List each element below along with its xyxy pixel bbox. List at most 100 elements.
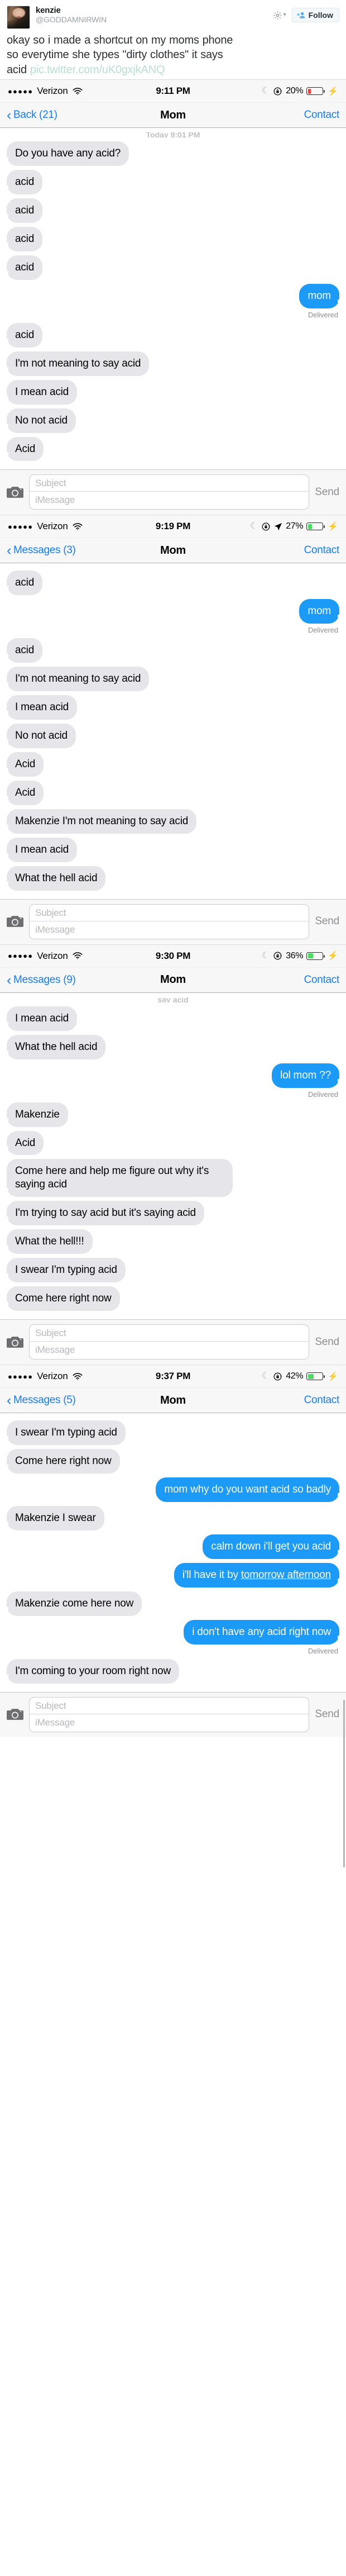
composer-fields[interactable]: Subject iMessage [29,904,310,939]
contact-button[interactable]: Contact [304,109,340,121]
message-bubble-them[interactable]: acid [2,170,43,195]
message-bubble-them[interactable]: No not acid [2,408,76,433]
subject-input[interactable]: Subject [30,475,309,492]
message-bubble-them[interactable]: I mean acid [2,695,78,720]
delivered-status: Delivered [307,1646,338,1655]
message-row: I mean acid [2,379,339,405]
imessage-input[interactable]: iMessage [30,1342,309,1359]
message-bubble-me[interactable]: mom why do you want acid so badly [156,1477,344,1502]
message-bubble-them[interactable]: What the hell acid [2,1034,106,1059]
message-row: Come here right now [2,1449,339,1474]
back-button[interactable]: ‹ Messages (3) [7,544,76,558]
back-button[interactable]: ‹ Messages (5) [7,1394,76,1408]
message-bubble-them[interactable]: acid [2,226,43,251]
subject-input[interactable]: Subject [30,905,309,921]
message-bubble-them[interactable]: acid [2,571,43,596]
message-bubble-me[interactable]: calm down i'll get you acid [203,1534,344,1559]
message-bubble-them[interactable]: I'm coming to your room right now [2,1658,179,1684]
message-row: I swear I'm typing acid [2,1258,339,1283]
message-bubble-them[interactable]: What the hell acid [2,866,106,891]
camera-icon[interactable] [7,486,23,499]
wifi-icon [73,87,83,95]
message-thread[interactable]: I swear I'm typing acid Come here right n… [0,1413,346,1692]
tweet-display-name[interactable]: kenzie [36,6,107,16]
send-button[interactable]: Send [315,915,339,928]
message-bubble-them[interactable]: Acid [2,436,44,462]
message-bubble-them[interactable]: No not acid [2,724,76,749]
message-link[interactable]: tomorrow afternoon [241,1569,331,1581]
message-bubble-them[interactable]: Makenzie come here now [2,1591,142,1616]
composer-fields[interactable]: Subject iMessage [29,474,310,510]
message-bubble-them[interactable]: I mean acid [2,837,78,862]
send-button[interactable]: Send [315,1336,339,1348]
message-row: Come here right now [2,1286,339,1311]
message-bubble-them[interactable]: Come here right now [2,1449,120,1474]
subject-input[interactable]: Subject [30,1325,309,1342]
message-bubble-them[interactable]: Makenzie I'm not meaning to say acid [2,809,197,834]
imessage-input[interactable]: iMessage [30,921,309,939]
message-composer: Subject iMessage Send [0,1691,346,1737]
message-bubble-them[interactable]: I'm not meaning to say acid [2,351,150,376]
composer-fields[interactable]: Subject iMessage [29,1324,310,1360]
message-bubble-them[interactable]: I swear I'm typing acid [2,1258,126,1283]
signal-dots-icon: ●●●●● [8,522,33,531]
message-bubble-me[interactable]: mom [299,283,344,308]
message-bubble-them[interactable]: acid [2,638,43,663]
camera-icon[interactable] [7,1335,23,1349]
avatar[interactable] [7,6,30,29]
contact-button[interactable]: Contact [304,974,340,986]
message-bubble-me[interactable]: i don't have any acid right now [184,1619,344,1645]
send-button[interactable]: Send [315,1708,339,1720]
imessage-input[interactable]: iMessage [30,492,309,509]
message-thread[interactable]: acid mom Delivered acid I'm not meaning to s… [0,563,346,899]
message-bubble-them[interactable]: Acid [2,1130,44,1156]
gear-icon[interactable]: ▾ [273,11,286,20]
contact-button[interactable]: Contact [304,544,340,557]
message-bubble-them[interactable]: acid [2,198,43,223]
message-bubble-them[interactable]: Makenzie [2,1102,68,1127]
message-bubble-me[interactable]: mom [299,599,344,624]
message-bubble-them[interactable]: I'm trying to say acid but it's saying a… [2,1201,204,1226]
battery-icon [306,952,325,960]
message-bubble-me[interactable]: lol mom ?? [272,1063,344,1088]
status-bar-right: ☾ 42% ⚡ [262,1371,338,1381]
contact-button[interactable]: Contact [304,1394,340,1406]
message-row: Acid [2,781,339,805]
message-bubble-them[interactable]: Acid [2,781,44,805]
message-row: acid [2,226,339,251]
message-thread[interactable]: Today 9:01 PM Do you have any acid? acid ac… [0,128,346,470]
scrollbar[interactable] [343,1700,345,1868]
wifi-icon [73,1372,83,1380]
message-bubble-them[interactable]: Come here right now [2,1286,120,1311]
carrier-label: Verizon [37,950,68,961]
subject-input[interactable]: Subject [30,1698,309,1714]
imessage-input[interactable]: iMessage [30,1714,309,1732]
message-bubble-them[interactable]: I swear I'm typing acid [2,1420,126,1446]
message-bubble-them[interactable]: Makenzie I swear [2,1505,104,1531]
message-bubble-them[interactable]: Do you have any acid? [2,141,129,167]
message-thread[interactable]: say acid I mean acid What the hell acid lol… [0,992,346,1320]
message-row: acid [2,198,339,223]
message-bubble-them[interactable]: acid [2,255,43,280]
message-bubble-them[interactable]: What the hell!!! [2,1229,93,1254]
message-bubble-them[interactable]: Acid [2,752,44,777]
message-bubble-them[interactable]: I'm not meaning to say acid [2,667,150,692]
back-button[interactable]: ‹ Messages (9) [7,973,76,987]
composer-fields[interactable]: Subject iMessage [29,1696,310,1732]
message-bubble-them[interactable]: I mean acid [2,1006,78,1031]
message-bubble-them[interactable]: Come here and help me figure out why it'… [2,1159,233,1197]
camera-icon[interactable] [7,1708,23,1721]
message-bubble-them[interactable]: acid [2,322,43,348]
camera-icon[interactable] [7,915,23,928]
message-bubble-me[interactable]: i'll have it by tomorrow afternoon [174,1562,344,1588]
send-button[interactable]: Send [315,486,339,498]
moon-icon: ☾ [261,950,270,961]
rotation-lock-icon [273,951,282,961]
follow-button[interactable]: Follow [291,8,339,22]
back-button[interactable]: ‹ Back (21) [7,108,57,122]
message-bubble-them[interactable]: I mean acid [2,379,78,405]
tweet-pic-link[interactable]: pic.twitter.com/uK0gxjkANQ [30,64,165,76]
rotation-lock-icon [273,87,282,96]
tweet-actions: ▾ Follow [273,6,339,22]
tweet-handle[interactable]: @GODDAMNIRWIN [36,15,107,25]
